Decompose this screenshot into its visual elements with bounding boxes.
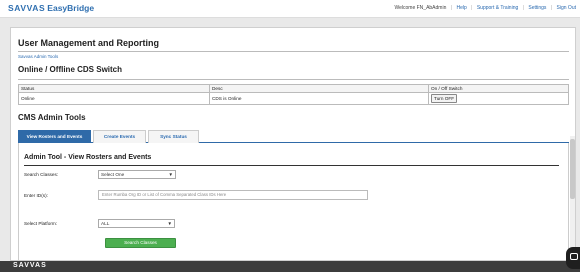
tab-sync-status[interactable]: Sync Status xyxy=(148,130,199,143)
footer-bar: SAVVAS xyxy=(0,261,580,272)
top-nav: Welcome FN_AbAdmin | Help | Support & Tr… xyxy=(394,5,576,11)
chevron-down-icon: ▼ xyxy=(167,221,172,226)
platform-select[interactable]: ALL ▼ xyxy=(98,219,175,228)
page-title: User Management and Reporting xyxy=(18,38,160,48)
nav-divider: | xyxy=(471,5,473,11)
nav-divider: | xyxy=(550,5,553,11)
cds-divider xyxy=(18,79,569,80)
settings-link[interactable]: Settings xyxy=(528,5,546,11)
panel-title: Admin Tool - View Rosters and Events xyxy=(24,154,152,161)
brand-product: EasyBridge xyxy=(47,3,95,13)
table-header-row: Status Desc On / Off Switch xyxy=(18,84,569,93)
switch-cell: Turn OFF xyxy=(428,92,569,105)
support-link[interactable]: Support & Training xyxy=(477,5,518,11)
chat-icon xyxy=(570,253,578,260)
table-row: Online CDS is Online Turn OFF xyxy=(18,92,569,105)
brand-logo[interactable]: SAVVAS EasyBridge xyxy=(8,3,94,13)
search-classes-value: Select One xyxy=(101,172,125,177)
switch-header: On / Off Switch xyxy=(428,84,569,93)
brand-name: SAVVAS xyxy=(8,3,46,13)
tab-panel: Admin Tool - View Rosters and Events Sea… xyxy=(18,143,569,260)
desc-header: Desc xyxy=(209,84,429,93)
search-classes-button[interactable]: Search Classes xyxy=(105,238,176,248)
desc-cell: CDS is Online xyxy=(209,92,429,105)
search-classes-select[interactable]: Select One ▼ xyxy=(98,170,176,179)
search-classes-label: Search Classes: xyxy=(24,172,59,177)
cds-table: Status Desc On / Off Switch Online CDS i… xyxy=(18,84,569,105)
tab-create-events[interactable]: Create Events xyxy=(93,130,146,143)
chat-button[interactable] xyxy=(566,247,580,269)
tab-view-rosters[interactable]: View Rosters and Events xyxy=(18,130,91,143)
signout-link[interactable]: Sign Out xyxy=(557,5,576,11)
status-cell: Online xyxy=(18,92,210,105)
chevron-down-icon: ▼ xyxy=(168,172,173,177)
main-card: User Management and Reporting Savvas Adm… xyxy=(10,27,576,261)
help-link[interactable]: Help xyxy=(456,5,466,11)
nav-divider: | xyxy=(522,5,524,11)
scrollbar[interactable] xyxy=(570,136,575,260)
turn-off-button[interactable]: Turn OFF xyxy=(431,94,458,103)
breadcrumb[interactable]: Savvas Admin Tools xyxy=(18,54,58,59)
panel-divider xyxy=(24,165,559,166)
platform-label: Select Platform: xyxy=(24,221,58,226)
top-bar: SAVVAS EasyBridge Welcome FN_AbAdmin | He… xyxy=(0,0,580,18)
nav-divider: | xyxy=(450,5,453,11)
tab-bar: View Rosters and Events Create Events Sy… xyxy=(18,130,569,143)
status-header: Status xyxy=(18,84,210,93)
welcome-text: Welcome FN_AbAdmin xyxy=(394,5,447,11)
cds-section-title: Online / Offline CDS Switch xyxy=(18,65,123,74)
platform-value: ALL xyxy=(101,221,110,226)
scrollbar-thumb[interactable] xyxy=(570,139,575,199)
enter-ids-input[interactable]: Enter Rumba Org ID or List of Comma Sepa… xyxy=(98,190,368,200)
enter-ids-label: Enter ID(s): xyxy=(24,193,48,198)
title-divider xyxy=(18,51,569,52)
footer-brand: SAVVAS xyxy=(13,262,47,269)
cms-section-title: CMS Admin Tools xyxy=(18,113,86,122)
